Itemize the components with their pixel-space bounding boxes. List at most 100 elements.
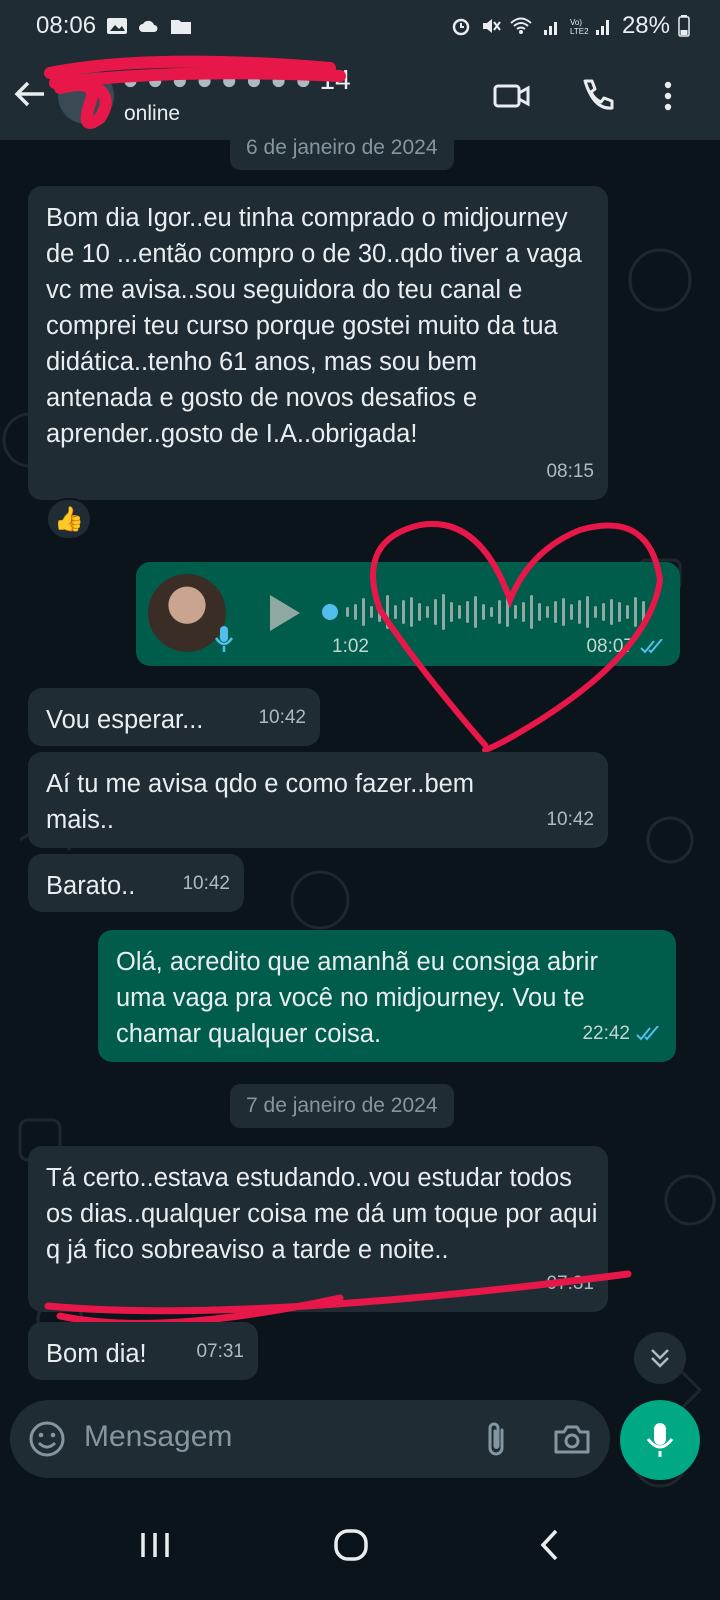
alarm-icon [452,18,470,36]
waveform-bar [586,596,589,628]
back-icon[interactable] [526,1520,576,1570]
date-separator: 7 de janeiro de 2024 [230,1084,454,1128]
message-text: Olá, acredito que amanhã eu consiga abri… [116,948,598,1048]
message-input[interactable]: Mensagem [84,1420,232,1454]
message-time: 10:42 [182,873,230,894]
voice-duration: 1:02 [332,636,369,657]
waveform-bar [402,600,405,624]
wifi-icon [510,17,532,34]
message-time: 07:31 [196,1341,244,1362]
waveform-bar [434,599,437,625]
message-time: 07:31 [546,1273,594,1294]
waveform-bar [466,601,469,623]
mic-icon [646,1423,674,1457]
date-separator: 6 de janeiro de 2024 [230,126,454,170]
signal-icon [543,22,557,35]
waveform-bar [354,604,357,620]
waveform-bar [634,597,637,627]
video-call-icon[interactable] [492,76,532,116]
camera-icon[interactable] [552,1420,592,1458]
waveform-bar [410,597,413,627]
waveform-bar [570,604,573,620]
message-text: Tá certo..estava estudando..vou estudar … [46,1164,598,1264]
message-time: 10:42 [546,809,594,830]
message-text: Barato.. [46,872,136,900]
status-bar: 08:06 Vo) LTE2 28% [0,0,720,52]
status-time: 08:06 [36,12,97,39]
double-check-icon [640,639,663,654]
cloud-icon [139,20,158,32]
incoming-message[interactable]: Aí tu me avisa qdo e como fazer..bem mai… [28,752,608,848]
outgoing-message[interactable]: Olá, acredito que amanhã eu consiga abri… [98,930,676,1062]
voice-record-button[interactable] [620,1400,700,1480]
scroll-to-bottom-button[interactable] [634,1332,686,1384]
waveform-bar [426,606,429,618]
more-icon[interactable] [648,76,688,116]
recents-icon[interactable] [130,1520,180,1570]
waveform-bar [578,600,581,624]
waveform-bar [610,599,613,625]
gallery-icon [107,18,128,34]
play-icon[interactable] [266,592,304,634]
lte-signal-icon: Vo)LTE2 [570,18,609,36]
waveform-bar [618,602,621,622]
waveform-bar [362,598,365,626]
mic-icon [214,626,234,652]
message-text: Bom dia! [46,1340,147,1368]
battery-level: 28% [621,12,670,39]
contact-avatar[interactable] [58,68,114,124]
incoming-message[interactable]: Bom dia! 07:31 [28,1322,258,1380]
incoming-message[interactable]: Barato.. 10:42 [28,854,244,912]
waveform-bar [602,603,605,621]
folder-icon [171,20,192,34]
waveform-bar [538,603,541,621]
message-text: Aí tu me avisa qdo e como fazer..bem mai… [46,770,475,834]
message-text: Bom dia Igor..eu tinha comprado o midjou… [46,204,582,448]
waveform-bar [530,595,533,629]
waveform-bar [474,596,477,628]
mute-icon [482,19,501,33]
contact-status: online [124,102,181,125]
voice-message[interactable]: 1:02 08:07 [136,562,680,666]
message-time: 08:07 [586,636,666,658]
reaction-badge[interactable]: 👍 [46,498,92,540]
contact-name[interactable]: ● ● ● ● ● ● ● ● 14 [122,64,351,96]
waveform-bar [378,602,381,622]
emoji-icon[interactable] [28,1420,66,1458]
message-time: 22:42 [582,1016,662,1052]
waveform-bar [554,601,557,623]
message-input-bar: Mensagem [10,1400,610,1478]
waveform-bar [626,605,629,619]
waveform-bar [450,602,453,622]
waveform-bar [642,601,645,623]
incoming-message[interactable]: Bom dia Igor..eu tinha comprado o midjou… [28,186,608,500]
waveform-bar [594,606,597,618]
waveform-bar [458,605,461,619]
waveform-bar [442,594,445,630]
waveform-bar [482,604,485,620]
phone-icon[interactable] [576,76,616,116]
waveform-bar [490,607,493,617]
waveform-bar [394,605,397,619]
waveform-bar [522,602,525,622]
voice-waveform[interactable] [342,588,658,636]
waveform-bar [506,597,509,627]
svg-text:LTE2: LTE2 [570,27,589,36]
message-time: 10:42 [258,707,306,728]
message-text: Vou esperar... [46,706,204,734]
waveform-bar [514,605,517,619]
chevron-double-down-icon [651,1349,669,1368]
waveform-bar [562,598,565,626]
incoming-message[interactable]: Vou esperar... 10:42 [28,688,320,746]
back-arrow-icon[interactable] [12,76,48,112]
svg-text:Vo): Vo) [570,18,582,27]
double-check-icon [636,1026,659,1041]
playback-position-dot[interactable] [322,604,338,620]
waveform-bar [346,607,349,617]
waveform-bar [386,595,389,629]
waveform-bar [546,606,549,618]
home-icon[interactable] [326,1520,376,1570]
system-nav-bar [0,1490,720,1600]
attach-icon[interactable] [480,1420,514,1458]
incoming-message[interactable]: Tá certo..estava estudando..vou estudar … [28,1146,608,1312]
